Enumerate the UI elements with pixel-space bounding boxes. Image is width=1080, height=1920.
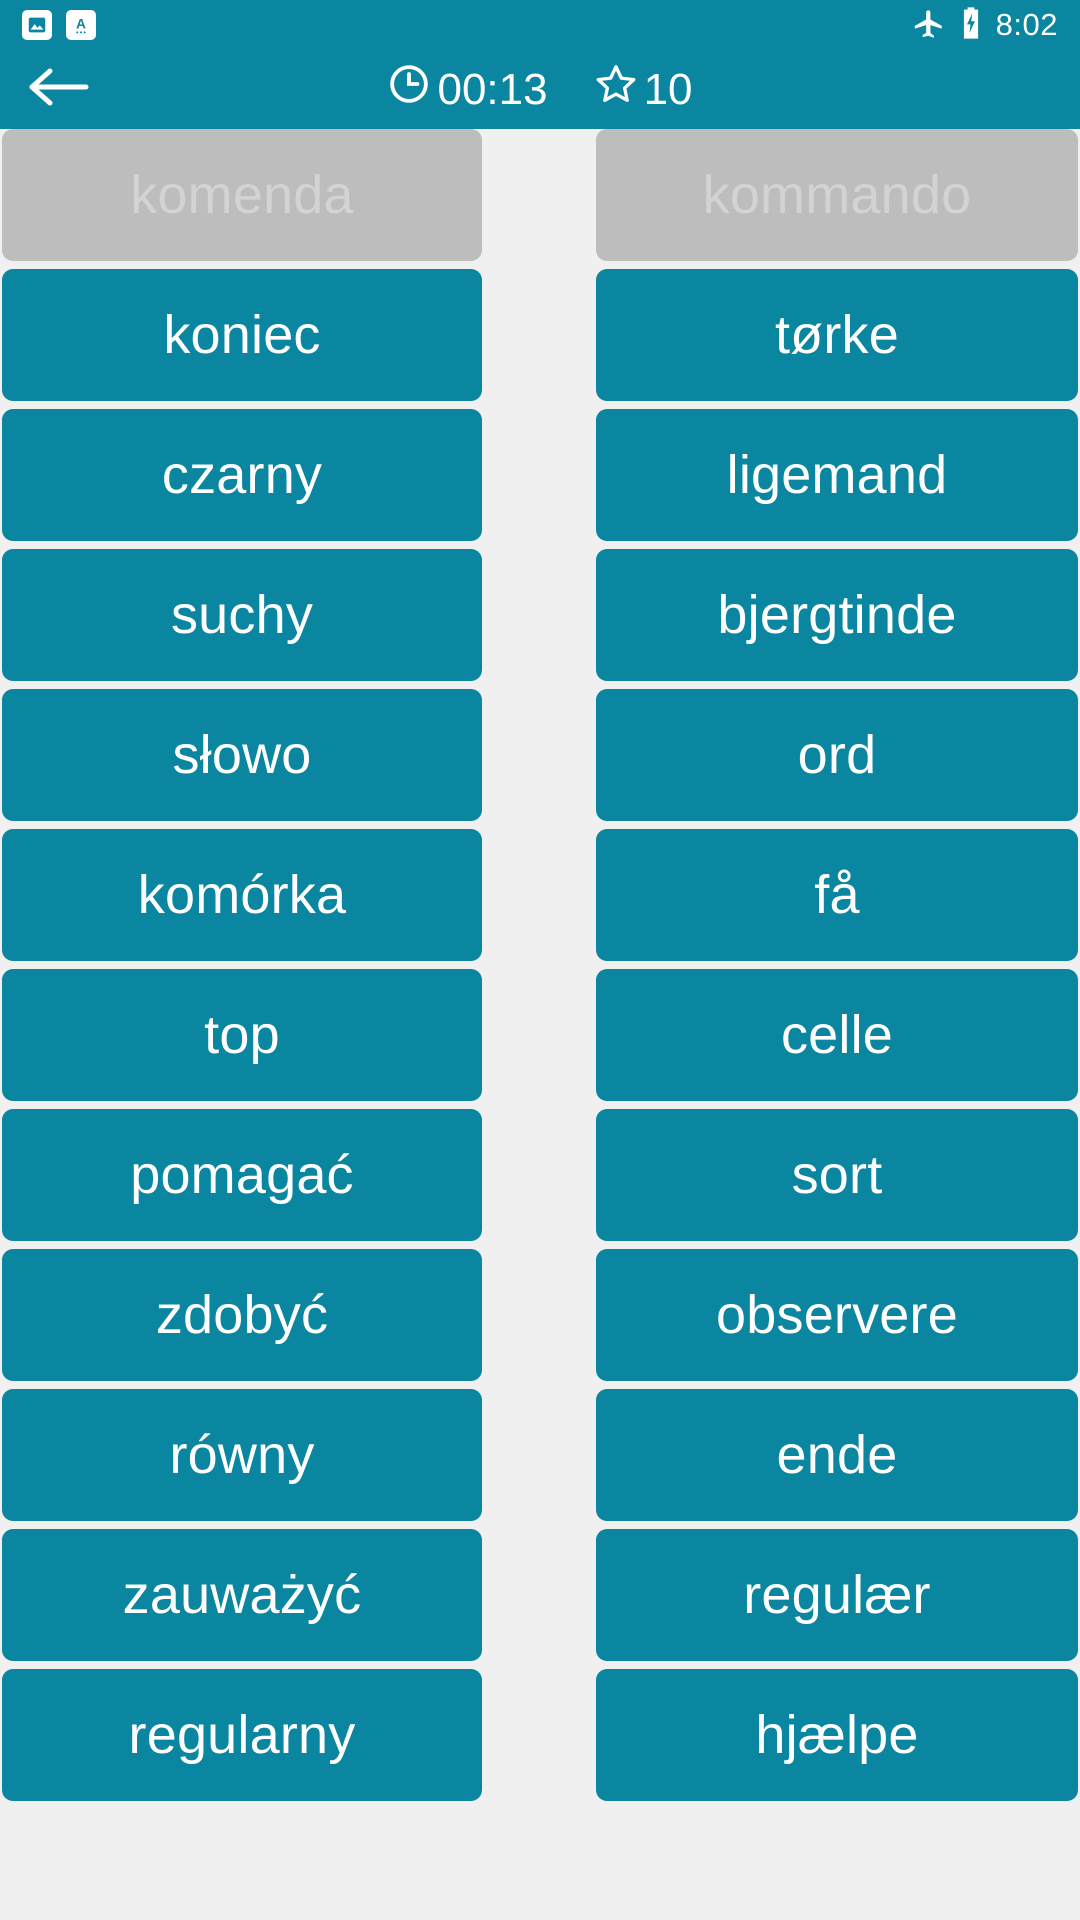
word-card-label: czarny xyxy=(161,444,323,505)
word-card[interactable]: zauważyć xyxy=(2,1529,482,1661)
word-card-label: koniec xyxy=(163,304,321,365)
word-card-label: suchy xyxy=(170,584,314,645)
back-button[interactable] xyxy=(0,50,120,129)
word-card-label: pomagać xyxy=(130,1144,354,1205)
word-card[interactable]: pomagać xyxy=(2,1109,482,1241)
word-card-label: ende xyxy=(776,1424,898,1485)
word-card-label: zdobyć xyxy=(155,1284,329,1345)
battery-charging-icon xyxy=(960,6,982,45)
match-board: komenda koniec czarny suchy słowo komórka top p… xyxy=(0,129,1080,1920)
word-card[interactable]: regulær xyxy=(596,1529,1078,1661)
word-card[interactable]: bjergtinde xyxy=(596,549,1078,681)
word-card-label: få xyxy=(814,864,860,925)
word-card-label: ligemand xyxy=(726,444,948,505)
airplane-mode-icon xyxy=(912,6,946,45)
word-card-label: regularny xyxy=(128,1704,356,1765)
word-card-label: równy xyxy=(169,1424,315,1485)
word-card[interactable]: sort xyxy=(596,1109,1078,1241)
word-card[interactable]: celle xyxy=(596,969,1078,1101)
word-card-label: observere xyxy=(716,1284,958,1345)
word-card[interactable]: koniec xyxy=(2,269,482,401)
word-card[interactable]: równy xyxy=(2,1389,482,1521)
word-card[interactable]: zdobyć xyxy=(2,1249,482,1381)
word-card-label: regulær xyxy=(743,1564,931,1625)
status-bar-clock: 8:02 xyxy=(995,7,1058,42)
word-card-label: bjergtinde xyxy=(717,584,957,645)
word-card[interactable]: ord xyxy=(596,689,1078,821)
status-bar-system-icons: 8:02 xyxy=(912,6,1058,45)
back-arrow-icon xyxy=(28,63,92,116)
app-action-bar: 00:13 10 xyxy=(0,50,1080,129)
timer-stat: 00:13 xyxy=(387,62,548,117)
word-card-matched: komenda xyxy=(2,129,482,261)
word-card[interactable]: tørke xyxy=(596,269,1078,401)
clock-icon xyxy=(387,62,431,117)
score-stat: 10 xyxy=(594,62,693,117)
word-card-label: komórka xyxy=(137,864,347,925)
target-word-column: kommando tørke ligemand bjergtinde ord få cell… xyxy=(596,129,1078,1801)
source-word-column: komenda koniec czarny suchy słowo komórka top p… xyxy=(2,129,482,1801)
action-bar-stats: 00:13 10 xyxy=(120,62,960,117)
word-card[interactable]: få xyxy=(596,829,1078,961)
word-card[interactable]: komórka xyxy=(2,829,482,961)
word-card[interactable]: ligemand xyxy=(596,409,1078,541)
image-icon xyxy=(22,10,52,40)
word-card[interactable]: observere xyxy=(596,1249,1078,1381)
word-card[interactable]: czarny xyxy=(2,409,482,541)
word-card-label: celle xyxy=(780,1004,894,1065)
word-card-label: hjælpe xyxy=(755,1704,919,1765)
word-card-label: kommando xyxy=(702,164,972,225)
word-match-game-screen: A 8:02 00:13 10 komenda koniec czarny su… xyxy=(0,0,1080,1920)
word-card-matched: kommando xyxy=(596,129,1078,261)
word-card[interactable]: regularny xyxy=(2,1669,482,1801)
svg-text:A: A xyxy=(76,17,86,32)
word-card-label: ord xyxy=(797,724,877,785)
word-card-label: słowo xyxy=(172,724,312,785)
word-card[interactable]: ende xyxy=(596,1389,1078,1521)
word-card[interactable]: słowo xyxy=(2,689,482,821)
system-status-bar: A 8:02 xyxy=(0,0,1080,50)
star-icon xyxy=(594,62,638,117)
word-card-label: komenda xyxy=(130,164,354,225)
translate-icon: A xyxy=(66,10,96,40)
word-card-label: top xyxy=(204,1004,280,1065)
score-value: 10 xyxy=(643,64,693,114)
word-card[interactable]: suchy xyxy=(2,549,482,681)
timer-value: 00:13 xyxy=(437,64,548,114)
word-card-label: zauważyć xyxy=(122,1564,362,1625)
word-card-label: tørke xyxy=(774,304,899,365)
word-card-label: sort xyxy=(791,1144,883,1205)
word-card[interactable]: hjælpe xyxy=(596,1669,1078,1801)
status-bar-notifications: A xyxy=(22,10,96,40)
word-card[interactable]: top xyxy=(2,969,482,1101)
